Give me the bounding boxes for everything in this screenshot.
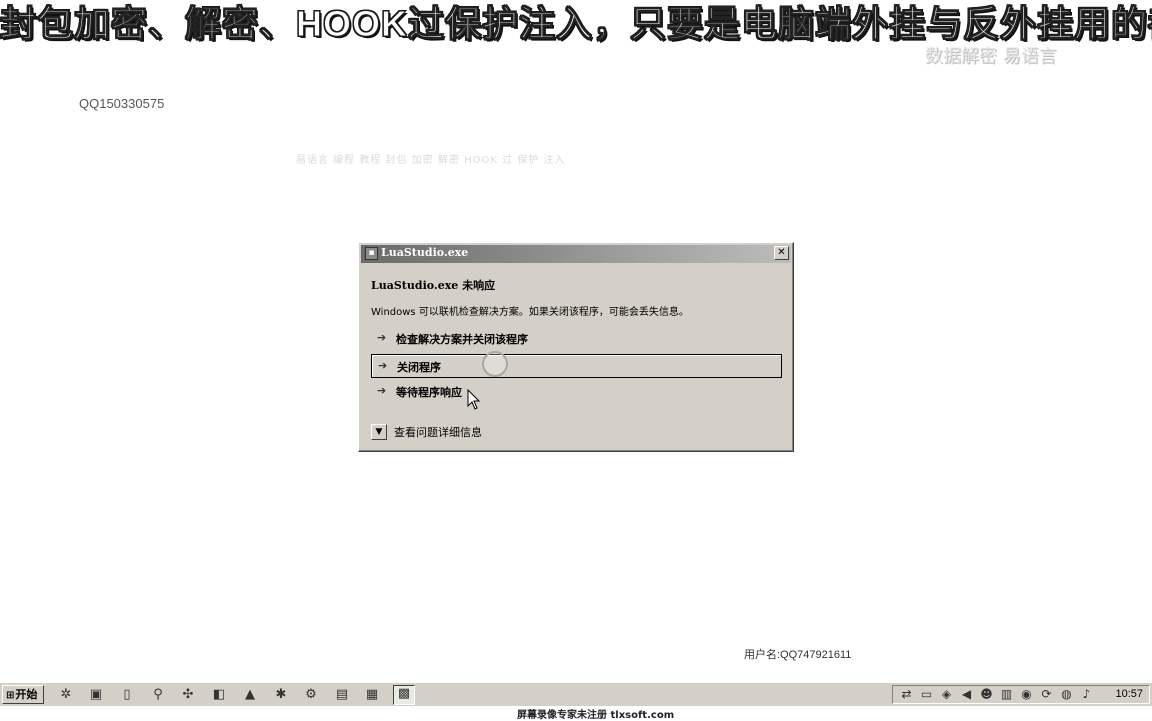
taskbar: ⊞开始 ✲ ▣ ▯ ⚲ ✣ ◧ ▲ ✱ ⚙ ▤ ▦ ▩ ⇄ ▭ ◈ ◀ ☻ ▥ … — [0, 682, 1152, 706]
tool-icon[interactable]: ✣ — [180, 687, 196, 703]
banner-hook: HOOK — [296, 3, 409, 45]
monitor-icon[interactable]: ▭ — [919, 687, 934, 702]
magnifier-icon[interactable]: ⚲ — [150, 687, 166, 703]
clock[interactable]: 10:57 — [1115, 688, 1143, 700]
arrow-right-icon: ➔ — [377, 384, 387, 397]
dialog-titlebar[interactable]: ▪ LuaStudio.exe ✕ — [361, 245, 791, 263]
app-icon[interactable]: ▩ — [393, 685, 415, 705]
arrow-right-icon: ➔ — [377, 331, 387, 344]
banner-subtext: 数据解密 易语言 — [925, 46, 1057, 67]
volume-icon[interactable]: ◀ — [959, 687, 974, 702]
network-icon[interactable]: ⇄ — [899, 687, 914, 702]
banner-mid: 、解密、 — [148, 4, 297, 46]
window-icon[interactable]: ▤ — [334, 687, 350, 703]
bug-icon[interactable]: ✱ — [273, 687, 289, 703]
view-details-label[interactable]: 查看问题详细信息 — [394, 424, 482, 440]
faint-watermark-line: 易语言 编程 教程 封包 加密 解密 HOOK 过 保护 注入 — [296, 155, 566, 166]
option-label: 检查解决方案并关闭该程序 — [396, 333, 528, 346]
banner-suffix: 过保护注入，只要是电脑端外挂与反外挂用的都 — [408, 4, 1152, 46]
video-banner-text: 封包加密、解密、HOOK过保护注入，只要是电脑端外挂与反外挂用的都 — [0, 2, 1152, 46]
arrow-right-icon: ➔ — [378, 359, 388, 372]
chart-icon[interactable]: ▲ — [242, 687, 258, 703]
banner-prefix: 封包加密 — [0, 4, 149, 46]
folder-icon[interactable]: ▣ — [88, 687, 104, 703]
close-program-option[interactable]: ➔ 关闭程序 — [371, 354, 782, 378]
dialog-title: LuaStudio.exe — [381, 246, 469, 259]
wait-for-response-option[interactable]: ➔ 等待程序响应 — [371, 380, 782, 404]
start-label: 开始 — [15, 688, 38, 701]
document-icon[interactable]: ▯ — [119, 687, 135, 703]
input-icon[interactable]: ▥ — [999, 687, 1014, 702]
system-tray: ⇄ ▭ ◈ ◀ ☻ ▥ ◉ ⟳ ◍ ♪ 10:57 — [892, 685, 1150, 704]
settings-icon[interactable]: ⚙ — [303, 687, 319, 703]
option-label: 关闭程序 — [397, 361, 441, 374]
recorder-watermark: 屏幕录像专家未注册 tlxsoft.com — [0, 706, 1152, 721]
shield-icon[interactable]: ◈ — [939, 687, 954, 702]
speaker-icon[interactable]: ♪ — [1079, 687, 1094, 702]
chevron-down-icon: ▼ — [375, 427, 383, 437]
username-label: 用户名:QQ747921611 — [744, 649, 852, 661]
start-button[interactable]: ⊞开始 — [2, 685, 44, 704]
expand-details-button[interactable]: ▼ — [371, 424, 387, 440]
check-solution-and-close-option[interactable]: ➔ 检查解决方案并关闭该程序 — [371, 327, 782, 351]
busy-indicator-icon — [482, 351, 508, 377]
windows-logo-icon: ⊞ — [6, 690, 15, 701]
update-icon[interactable]: ⟳ — [1039, 687, 1054, 702]
mouse-cursor-icon — [467, 389, 481, 410]
app-icon: ▪ — [365, 247, 378, 260]
security-icon[interactable]: ◉ — [1019, 687, 1034, 702]
user-icon[interactable]: ☻ — [979, 687, 994, 702]
gear-icon[interactable]: ✲ — [58, 687, 74, 703]
notepad-icon[interactable]: ▦ — [364, 687, 380, 703]
dialog-description: Windows 可以联机检查解决方案。如果关闭该程序，可能会丢失信息。 — [371, 307, 689, 318]
close-button[interactable]: ✕ — [774, 246, 789, 260]
dialog-heading: LuaStudio.exe 未响应 — [371, 279, 496, 292]
recorder-watermark-text: 屏幕录像专家未注册 tlxsoft.com — [517, 710, 675, 721]
camera-icon[interactable]: ◧ — [211, 687, 227, 703]
globe-icon[interactable]: ◍ — [1059, 687, 1074, 702]
not-responding-dialog: ▪ LuaStudio.exe ✕ LuaStudio.exe 未响应 Wind… — [358, 242, 794, 452]
qq-label: QQ150330575 — [79, 96, 165, 111]
option-label: 等待程序响应 — [396, 386, 462, 399]
